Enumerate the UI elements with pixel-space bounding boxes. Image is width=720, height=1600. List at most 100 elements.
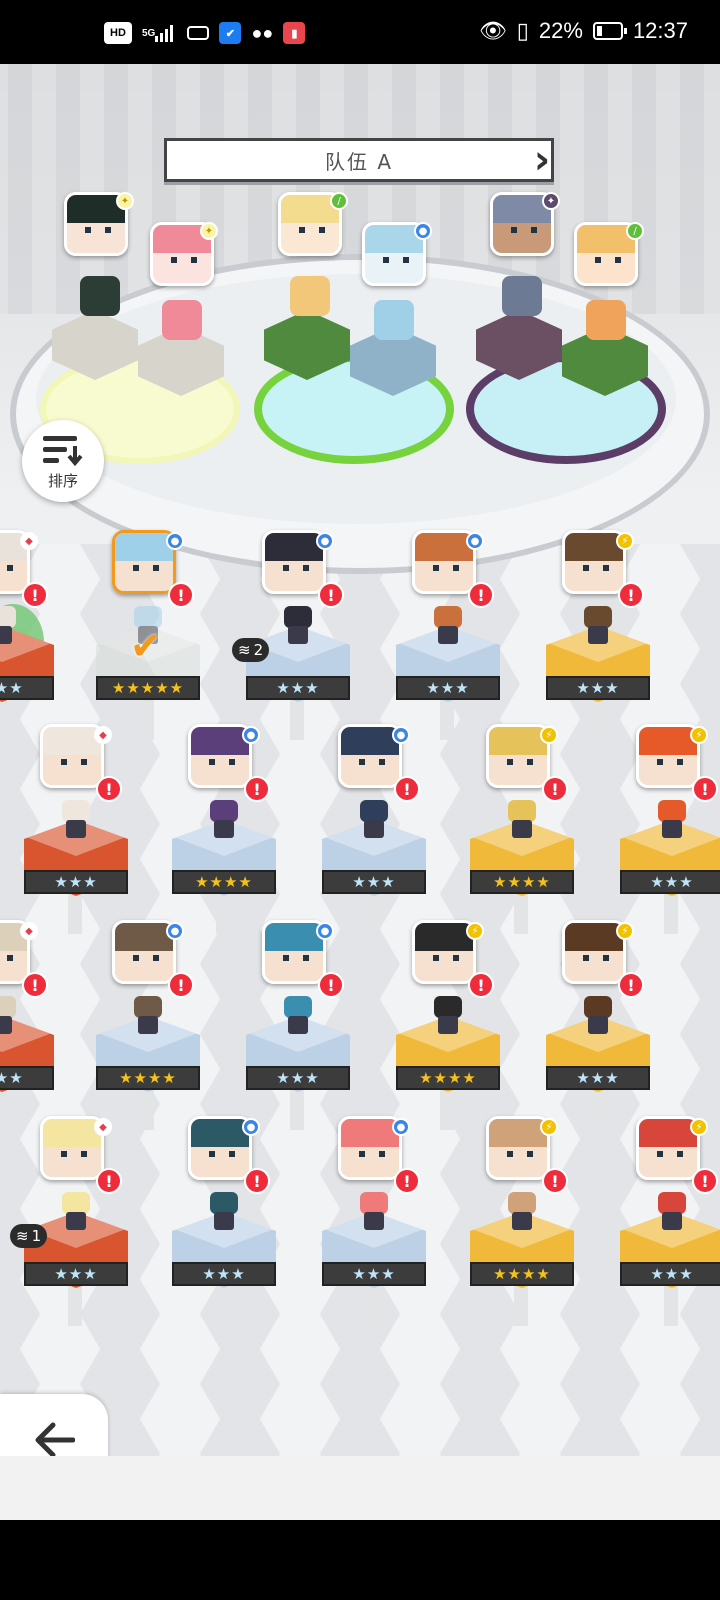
alert-badge: ! bbox=[318, 582, 344, 608]
hero-card[interactable]: ★★★ ⚡! bbox=[620, 1116, 720, 1326]
hero-card[interactable]: ★★★ ●! bbox=[322, 724, 432, 934]
battery-percent: 22% bbox=[538, 18, 583, 43]
portrait-eyes bbox=[61, 1151, 87, 1157]
star-rating: ★★★ bbox=[322, 870, 426, 894]
water-element-icon: ● bbox=[316, 532, 334, 550]
star-rating: ★★★ bbox=[0, 676, 54, 700]
hero-sprite bbox=[130, 996, 166, 1036]
portrait-eyes bbox=[209, 1151, 235, 1157]
sprite-body bbox=[438, 1016, 458, 1034]
star-rating: ★★★ bbox=[172, 1262, 276, 1286]
light-element-icon: ⚡ bbox=[540, 1118, 558, 1136]
hero-sprite bbox=[356, 1192, 392, 1232]
team-hero-sprite[interactable] bbox=[80, 276, 120, 316]
hero-card[interactable]: ★★★ ⚡! bbox=[546, 530, 656, 740]
back-arrow-icon bbox=[35, 1422, 75, 1458]
water-element-icon: ● bbox=[242, 1118, 260, 1136]
hero-card[interactable]: ★★★ ⚡! bbox=[620, 724, 720, 934]
sprite-head bbox=[434, 996, 462, 1018]
alert-badge: ! bbox=[168, 582, 194, 608]
sprite-head bbox=[0, 606, 16, 628]
star-rating: ★★★★ bbox=[96, 1066, 200, 1090]
light-element-icon: ⚡ bbox=[690, 726, 708, 744]
alert-badge: ! bbox=[394, 1168, 420, 1194]
star-rating: ★★★ bbox=[24, 1262, 128, 1286]
hero-card[interactable]: ★★★★ ●! bbox=[172, 724, 282, 934]
selected-check-icon: ✔ bbox=[130, 624, 162, 668]
portrait-eyes bbox=[209, 759, 235, 765]
hero-card[interactable]: ★★★★ ●! bbox=[96, 920, 206, 1130]
alert-badge: ! bbox=[692, 776, 718, 802]
hero-card[interactable]: ★★★ ⚡! bbox=[546, 920, 656, 1130]
alert-badge: ! bbox=[394, 776, 420, 802]
team-title-banner: 队伍 A bbox=[164, 138, 554, 182]
sprite-body bbox=[364, 1212, 384, 1230]
fire-element-icon: ◆ bbox=[20, 922, 38, 940]
hero-card[interactable]: ★★★ ●! ≋ 2 bbox=[232, 530, 356, 740]
water-element-icon: ● bbox=[166, 922, 184, 940]
alert-badge: ! bbox=[468, 582, 494, 608]
portrait-eyes bbox=[433, 955, 459, 961]
hero-sprite bbox=[580, 606, 616, 646]
water-element-icon: ● bbox=[466, 532, 484, 550]
sprite-head bbox=[584, 606, 612, 628]
fire-element-icon: ◆ bbox=[20, 532, 38, 550]
hd-indicator: HD bbox=[104, 22, 132, 44]
sort-button[interactable]: 排序 bbox=[22, 420, 104, 502]
hero-sprite bbox=[654, 1192, 690, 1232]
status-bar: HD 5G ✔ ●● ▮ 👁 ▯ 22% 12:37 bbox=[0, 0, 720, 64]
hero-card[interactable]: ★★★★ ⚡! bbox=[470, 1116, 580, 1326]
alert-badge: ! bbox=[542, 776, 568, 802]
hero-card[interactable]: ★★★ ●! bbox=[396, 530, 506, 740]
water-element-icon: ● bbox=[316, 922, 334, 940]
team-hero-sprite[interactable] bbox=[502, 276, 542, 316]
hero-sprite bbox=[430, 996, 466, 1036]
next-team-arrow-icon[interactable]: › bbox=[528, 136, 556, 184]
hero-card[interactable]: ★★★ ◆! bbox=[0, 530, 60, 740]
team-hero-sprite[interactable] bbox=[162, 300, 202, 340]
shield-icon: ✔ bbox=[219, 22, 242, 44]
dark-element-icon: ✦ bbox=[542, 192, 560, 210]
battery-icon bbox=[592, 22, 627, 40]
signal-icon: 5G bbox=[142, 22, 177, 44]
duplicate-count-value: 1 bbox=[31, 1227, 42, 1245]
star-rating: ★★★ bbox=[620, 1262, 720, 1286]
alert-badge: ! bbox=[318, 972, 344, 998]
hero-card[interactable]: ★★★ ●! bbox=[246, 920, 356, 1130]
sprite-body bbox=[588, 626, 608, 644]
portrait-eyes bbox=[283, 565, 309, 571]
hero-sprite bbox=[206, 800, 242, 840]
team-hero-sprite[interactable] bbox=[374, 300, 414, 340]
team-hero-sprite[interactable] bbox=[290, 276, 330, 316]
portrait-hair bbox=[43, 727, 101, 755]
portrait-hair bbox=[115, 923, 173, 951]
sprite-head bbox=[658, 800, 686, 822]
portrait-eyes bbox=[433, 565, 459, 571]
hero-card[interactable]: ★★★ ◆! ≋ 1 bbox=[10, 1116, 134, 1326]
hero-card[interactable]: ★★★ ●! bbox=[322, 1116, 432, 1326]
portrait-eyes bbox=[583, 955, 609, 961]
hero-card[interactable]: ★★★★★ ●! ✔ bbox=[96, 530, 206, 740]
light-element-icon: ⚡ bbox=[466, 922, 484, 940]
sprite-head bbox=[584, 996, 612, 1018]
hero-sprite bbox=[206, 1192, 242, 1232]
hero-card[interactable]: ★★★★ ⚡! bbox=[396, 920, 506, 1130]
star-rating: ★★★★ bbox=[470, 870, 574, 894]
sprite-body bbox=[512, 1212, 532, 1230]
hero-card[interactable]: ★★★ ◆! bbox=[24, 724, 134, 934]
portrait-hair bbox=[265, 923, 323, 951]
star-element-icon: ✦ bbox=[116, 192, 134, 210]
portrait-hair bbox=[639, 727, 697, 755]
hero-card[interactable]: ★★★★ ⚡! bbox=[470, 724, 580, 934]
sprite-head bbox=[360, 800, 388, 822]
portrait-eyes bbox=[133, 565, 159, 571]
hero-card[interactable]: ★★★ ●! bbox=[172, 1116, 282, 1326]
portrait-hair bbox=[43, 1119, 101, 1147]
portrait-eyes bbox=[359, 1151, 385, 1157]
alert-badge: ! bbox=[96, 776, 122, 802]
hero-card[interactable]: ★★★ ◆! bbox=[0, 920, 60, 1130]
portrait-hair bbox=[489, 1119, 547, 1147]
team-hero-sprite[interactable] bbox=[586, 300, 626, 340]
star-rating: ★★★ bbox=[546, 676, 650, 700]
star-rating: ★★★★ bbox=[470, 1262, 574, 1286]
